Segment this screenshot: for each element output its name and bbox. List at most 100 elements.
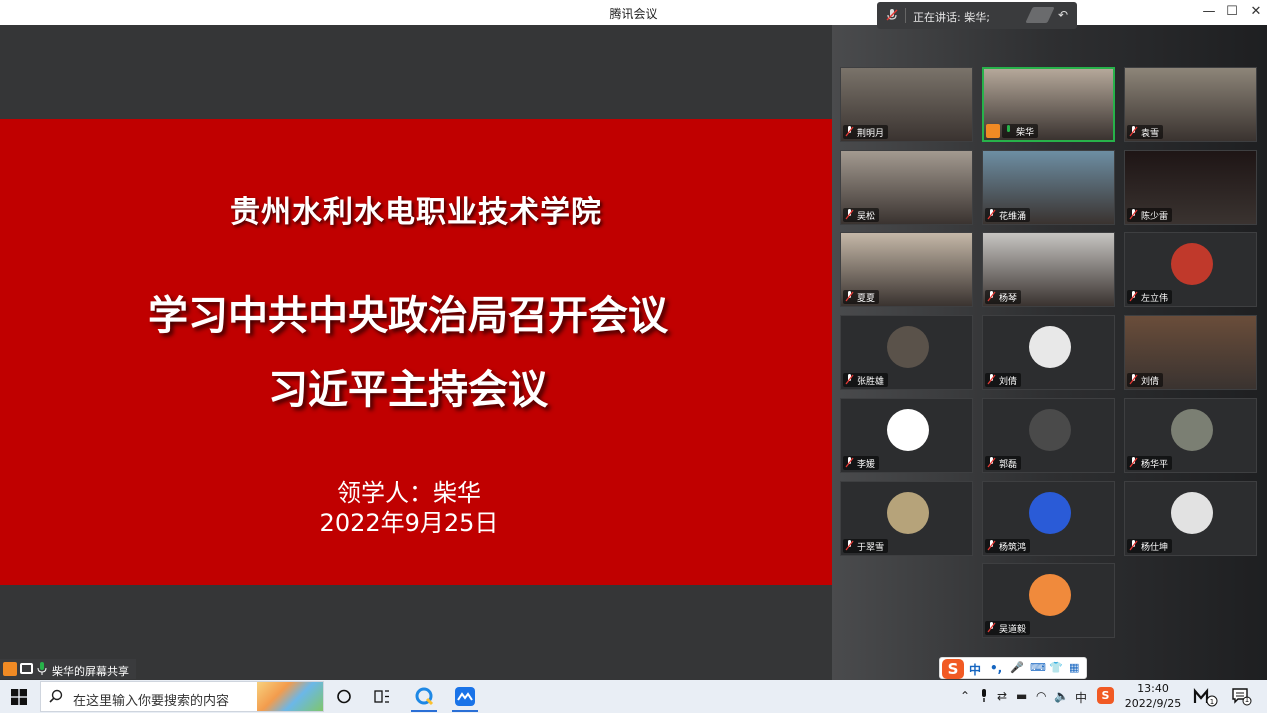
microphone-muted-icon <box>987 457 996 468</box>
participant-tile[interactable]: 夏夏 <box>840 232 973 307</box>
ime-punctuation[interactable]: •, <box>990 661 1002 675</box>
volume-icon[interactable]: 🔈 <box>1054 689 1069 703</box>
wifi-icon[interactable]: ◠ <box>1036 689 1046 703</box>
microphone-icon <box>1007 125 1010 132</box>
slide-headline-1: 学习中共中央政治局召开会议 <box>148 293 668 339</box>
ime-voice-icon[interactable]: 🎤 <box>1010 661 1024 674</box>
participant-tile[interactable]: 杨仕坤 <box>1124 481 1257 556</box>
screen-share-icon <box>20 663 33 674</box>
participant-tile[interactable]: 陈少雷 <box>1124 150 1257 225</box>
participant-tile[interactable]: 左立伟 <box>1124 232 1257 307</box>
participant-name-bar: 刘倩 <box>985 373 1022 387</box>
participant-avatar <box>1029 326 1071 368</box>
maximize-button[interactable]: ☐ <box>1221 3 1243 21</box>
microphone-muted-icon <box>845 126 854 137</box>
cortana-button[interactable] <box>325 681 363 712</box>
clock-time: 13:40 <box>1137 682 1169 695</box>
taskbar-app-qq-browser[interactable] <box>405 681 443 712</box>
participant-tile[interactable]: 张胜雄 <box>840 315 973 390</box>
taskbar-clock[interactable]: 13:40 2022/9/25 <box>1122 681 1184 711</box>
microphone-muted-icon <box>987 374 996 385</box>
participant-name-bar: 吴松 <box>843 208 880 222</box>
search-placeholder: 在这里输入你要搜索的内容 <box>73 694 230 709</box>
microphone-muted-icon <box>1129 457 1138 468</box>
participant-name: 柴华 <box>1016 127 1035 138</box>
participant-name: 袁雪 <box>1141 128 1160 139</box>
participant-avatar <box>1171 492 1213 534</box>
microphone-icon <box>886 9 898 21</box>
microphone-muted-icon <box>1129 126 1138 137</box>
tencent-meeting-icon <box>455 687 475 706</box>
participant-tile[interactable]: 杨筑鸿 <box>982 481 1115 556</box>
close-button[interactable]: ✕ <box>1245 3 1267 21</box>
participant-name-bar: 陈少雷 <box>1127 208 1173 222</box>
signal-icon <box>1025 7 1055 23</box>
participant-name: 刘倩 <box>999 376 1018 387</box>
ime-toolbar[interactable]: S 中 •, 🎤 ⌨ 👕 ▦ <box>939 657 1087 679</box>
slide-school-name: 贵州水利水电职业技术学院 <box>230 195 602 230</box>
participant-tile[interactable]: 刘倩 <box>1124 315 1257 390</box>
participant-name-bar: 吴道毅 <box>985 621 1031 635</box>
participant-tile[interactable]: 荆明月 <box>840 67 973 142</box>
microphone-tray-icon[interactable] <box>978 689 990 703</box>
participant-name: 陈少雷 <box>1141 211 1169 222</box>
participant-name-bar: 花维涌 <box>985 208 1031 222</box>
microphone-muted-icon <box>987 209 996 220</box>
participant-name: 荆明月 <box>857 128 885 139</box>
meeting-tray-icon[interactable]: 1 <box>1193 687 1219 707</box>
network-sync-icon[interactable]: ⇄ <box>997 689 1007 703</box>
ime-toolbox-icon[interactable]: ▦ <box>1069 661 1079 674</box>
participant-name: 于翠雪 <box>857 542 885 553</box>
participant-tile[interactable]: 花维涌 <box>982 150 1115 225</box>
battery-icon[interactable]: ▬ <box>1016 689 1027 703</box>
participant-name: 刘倩 <box>1141 376 1160 387</box>
taskbar-search-box[interactable]: 在这里输入你要搜索的内容 <box>40 681 324 712</box>
participant-tile[interactable]: 郭磊 <box>982 398 1115 473</box>
participant-tile[interactable]: 吴松 <box>840 150 973 225</box>
participant-tile[interactable]: 杨琴 <box>982 232 1115 307</box>
participant-name-bar: 杨华平 <box>1127 456 1173 470</box>
participant-avatar <box>1029 574 1071 616</box>
participant-name-bar: 左立伟 <box>1127 290 1173 304</box>
collapse-icon[interactable]: ↶ <box>1055 7 1071 23</box>
screen-share-area: 贵州水利水电职业技术学院 学习中共中央政治局召开会议 习近平主持会议 领学人：柴… <box>0 25 832 680</box>
speaking-text: 正在讲话: 柴华; <box>913 11 990 24</box>
notification-button[interactable]: 1 <box>1232 688 1252 706</box>
microphone-muted-icon <box>845 457 854 468</box>
microphone-muted-icon <box>1129 540 1138 551</box>
sogou-logo-icon[interactable]: S <box>942 659 964 679</box>
show-hidden-icons[interactable]: ⌃ <box>960 689 970 703</box>
sogou-tray-icon[interactable]: S <box>1097 687 1114 704</box>
microphone-muted-icon <box>1129 291 1138 302</box>
participant-name: 杨华平 <box>1141 459 1169 470</box>
microphone-muted-icon <box>987 622 996 633</box>
ime-indicator[interactable]: 中 <box>1075 689 1087 706</box>
participant-tile[interactable]: 杨华平 <box>1124 398 1257 473</box>
participant-tile[interactable]: 于翠雪 <box>840 481 973 556</box>
slide-date: 2022年9月25日 <box>319 509 499 537</box>
participant-name-bar: 张胜雄 <box>843 373 889 387</box>
participant-tile[interactable]: 吴道毅 <box>982 563 1115 638</box>
task-view-icon <box>374 690 389 703</box>
windows-start-icon[interactable] <box>11 689 27 705</box>
participant-name: 吴道毅 <box>999 624 1027 635</box>
ime-mode[interactable]: 中 <box>969 661 981 678</box>
participant-tile[interactable]: 柴华 <box>982 67 1115 142</box>
screen-share-label: 柴华的屏幕共享 <box>0 659 136 679</box>
participant-tile[interactable]: 袁雪 <box>1124 67 1257 142</box>
minimize-button[interactable]: — <box>1198 3 1220 21</box>
participant-tile[interactable]: 李媛 <box>840 398 973 473</box>
taskbar-app-tencent-meeting[interactable] <box>446 681 484 712</box>
participant-avatar <box>887 492 929 534</box>
ime-skin-icon[interactable]: 👕 <box>1049 661 1063 674</box>
participant-tile[interactable]: 刘倩 <box>982 315 1115 390</box>
task-view-button[interactable] <box>363 681 401 712</box>
notification-count: 1 <box>1244 696 1250 704</box>
participant-name-bar: 刘倩 <box>1127 373 1164 387</box>
participant-name-bar: 荆明月 <box>843 125 889 139</box>
participant-avatar <box>1029 409 1071 451</box>
participant-avatar <box>1171 409 1213 451</box>
participant-name-bar: 杨仕坤 <box>1127 539 1173 553</box>
ime-keyboard-icon[interactable]: ⌨ <box>1030 661 1046 674</box>
participant-name-bar: 夏夏 <box>843 290 880 304</box>
